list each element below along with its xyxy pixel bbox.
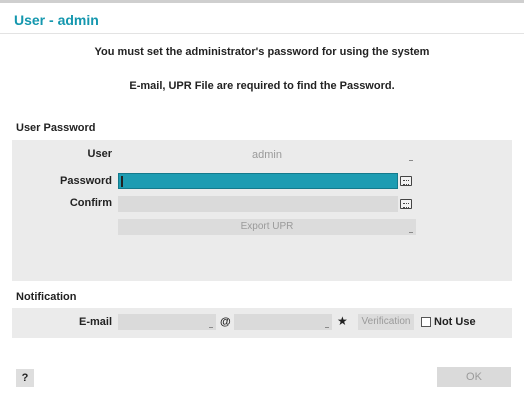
keyboard-icon[interactable] — [400, 176, 412, 186]
field-corner-mark — [409, 160, 413, 161]
not-use-label[interactable]: Not Use — [434, 316, 476, 328]
verification-label: Verification — [361, 316, 411, 327]
notification-panel: E-mail @ ★ Verification Not Use — [12, 308, 512, 338]
star-icon[interactable]: ★ — [337, 314, 348, 328]
user-admin-dialog: User - admin You must set the administra… — [0, 0, 524, 401]
field-corner-mark — [209, 327, 213, 328]
user-password-section-label: User Password — [16, 122, 96, 134]
user-password-panel: User admin Password Confirm Export UPR — [12, 140, 512, 281]
verification-button[interactable]: Verification — [358, 314, 414, 330]
message-line-1: You must set the administrator's passwor… — [94, 46, 430, 58]
email-label: E-mail — [78, 316, 112, 328]
email-user-input[interactable] — [118, 314, 216, 330]
export-upr-button[interactable]: Export UPR — [118, 219, 416, 235]
user-label: User — [87, 148, 112, 160]
user-field: admin — [118, 147, 416, 163]
confirm-input[interactable] — [118, 196, 398, 212]
dialog-title: User - admin — [14, 12, 99, 28]
keyboard-icon[interactable] — [400, 199, 412, 209]
password-input[interactable] — [118, 173, 398, 189]
top-border — [0, 0, 524, 3]
title-divider — [0, 33, 524, 34]
button-corner-mark — [409, 232, 413, 233]
help-button[interactable]: ? — [16, 369, 34, 387]
message-line-2: E-mail, UPR File are required to find th… — [129, 80, 395, 92]
email-domain-input[interactable] — [234, 314, 332, 330]
confirm-label: Confirm — [69, 197, 112, 209]
export-upr-label: Export UPR — [240, 221, 294, 232]
ok-button[interactable]: OK — [437, 367, 511, 387]
notification-section-label: Notification — [16, 291, 77, 303]
user-value: admin — [252, 149, 282, 161]
text-caret — [121, 176, 123, 187]
password-label: Password — [60, 175, 112, 187]
not-use-checkbox[interactable] — [421, 317, 431, 327]
field-corner-mark — [325, 327, 329, 328]
at-symbol: @ — [220, 316, 231, 328]
